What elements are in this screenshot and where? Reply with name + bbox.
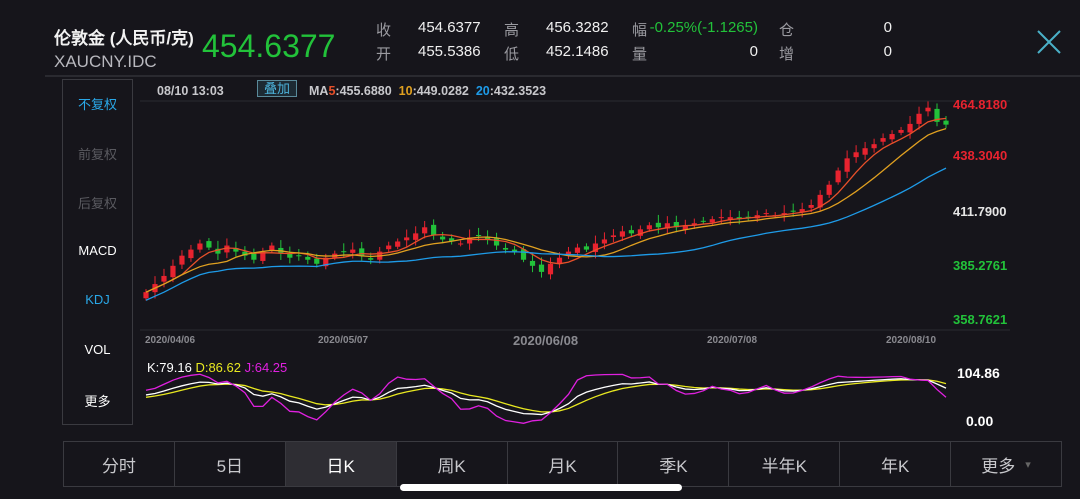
price-tick: 411.7900 [953, 204, 1007, 219]
price-tick: 385.2761 [953, 258, 1008, 273]
tab-label: 更多 [981, 456, 1016, 476]
kdj-k: K:79.16 [147, 360, 192, 375]
candle-up [269, 245, 275, 251]
candle-down [206, 241, 212, 248]
candle-down [700, 220, 706, 222]
candle-down [341, 251, 347, 253]
candle-up [188, 249, 194, 259]
price-tick: 464.8180 [953, 97, 1008, 112]
candle-up [718, 217, 724, 219]
candle-up [916, 113, 922, 124]
candle-up [386, 245, 392, 250]
date-tick: 2020/07/08 [707, 335, 758, 346]
candle-up [889, 134, 895, 140]
candle-down [314, 258, 320, 264]
tab-8[interactable]: 更多 ▾ [951, 442, 1061, 486]
price-tick: 358.7621 [953, 312, 1008, 327]
tab-label: 分时 [101, 456, 136, 476]
candle-down [431, 224, 437, 236]
candle-up [709, 219, 715, 223]
ma20-line [145, 167, 947, 301]
kdj-j-line [145, 373, 947, 424]
tab-label: 半年K [761, 456, 807, 476]
candle-up [871, 144, 877, 149]
dropdown-arrow-icon: ▾ [1025, 458, 1031, 471]
candle-up [601, 239, 608, 244]
candle-up [413, 233, 419, 240]
date-tick: 2020/05/07 [318, 335, 369, 346]
period-tabs: 分时 5日 日K 周K 月K 季K 半年K 年K 更多 ▾ [63, 441, 1062, 487]
tab-label: 月K [548, 456, 577, 476]
candle-down [529, 260, 536, 266]
kdj-j: J:64.25 [244, 360, 288, 375]
candle-down [251, 253, 257, 260]
candle-up [907, 123, 913, 133]
candle-down [538, 264, 545, 272]
candle-up [619, 231, 626, 237]
candle-up [422, 227, 428, 234]
candle-up [179, 255, 185, 265]
candle-down [655, 222, 661, 228]
candle-up [835, 170, 841, 183]
candle-down [628, 230, 634, 234]
candle-up [197, 243, 203, 250]
kdj-axis-top: 104.86 [957, 365, 1000, 381]
home-indicator[interactable] [400, 484, 682, 491]
candle-up [844, 158, 850, 172]
kdj-d: D:86.62 [195, 360, 241, 375]
date-tick: 2020/04/06 [145, 335, 196, 346]
tab-5[interactable]: 季K [618, 442, 730, 486]
tab-7[interactable]: 年K [840, 442, 952, 486]
candle-down [502, 247, 509, 250]
candle-up [170, 265, 176, 278]
price-tick: 438.3040 [953, 148, 1008, 163]
candle-down [296, 255, 302, 257]
date-tick: 2020/06/08 [513, 333, 579, 348]
candle-up [143, 292, 149, 299]
candle-up [574, 247, 581, 253]
tab-label: 日K [326, 456, 355, 476]
candle-up [862, 148, 868, 155]
tab-3[interactable]: 周K [397, 442, 508, 486]
candle-up [458, 243, 464, 245]
candle-up [898, 129, 904, 133]
ma5-line [145, 117, 947, 293]
candle-up [808, 204, 814, 208]
candle-up [826, 184, 832, 195]
candle-up [853, 152, 859, 158]
kline-chart[interactable] [0, 0, 1080, 499]
candle-down [440, 236, 446, 240]
candle-down [583, 246, 590, 250]
candle-down [475, 234, 482, 236]
kdj-legend: K:79.16 D:86.62 J:64.25 [147, 360, 287, 375]
tab-4[interactable]: 月K [508, 442, 619, 486]
candle-up [161, 275, 167, 282]
candle-up [404, 237, 410, 241]
candle-up [763, 213, 769, 215]
tab-2[interactable]: 日K [285, 442, 397, 486]
kdj-k-line [145, 378, 947, 416]
candle-up [880, 138, 886, 142]
tab-label: 年K [881, 456, 910, 476]
tab-label: 5日 [216, 456, 244, 476]
candle-down [305, 256, 311, 260]
candle-down [368, 258, 374, 260]
candle-up [610, 235, 617, 238]
date-tick: 2020/08/10 [886, 335, 937, 346]
candle-up [350, 249, 356, 253]
tab-0[interactable]: 分时 [64, 442, 175, 486]
candle-down [493, 238, 500, 246]
tab-label: 季K [659, 456, 688, 476]
candle-down [790, 210, 796, 212]
candle-up [646, 225, 652, 230]
candle-up [547, 263, 554, 275]
kdj-axis-bottom: 0.00 [966, 413, 994, 429]
tab-6[interactable]: 半年K [729, 442, 841, 486]
candle-down [943, 120, 949, 125]
candle-up [395, 241, 401, 247]
candle-up [925, 107, 931, 112]
tab-1[interactable]: 5日 [175, 442, 286, 486]
tab-label: 周K [437, 456, 466, 476]
